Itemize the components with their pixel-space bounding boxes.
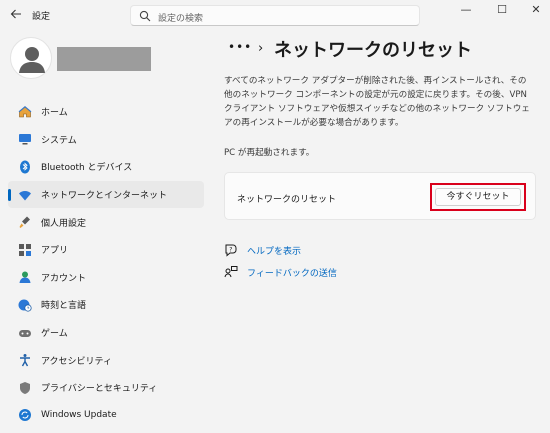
accessibility-icon <box>18 353 32 367</box>
avatar[interactable] <box>10 37 52 79</box>
svg-text:?: ? <box>229 247 232 254</box>
sidebar-item-bluetooth[interactable]: Bluetooth とデバイス <box>8 153 204 181</box>
account-icon <box>18 270 32 284</box>
back-arrow-icon[interactable] <box>8 8 24 24</box>
help-icon: ? <box>224 243 238 257</box>
sidebar-item-label: アプリ <box>41 246 69 257</box>
shield-icon <box>18 381 32 395</box>
network-reset-card: ネットワークのリセット 今すぐリセット <box>224 172 536 220</box>
sidebar-item-label: 時刻と言語 <box>41 301 87 312</box>
app-title: 設定 <box>32 12 51 22</box>
restart-note: PC が再起動されます。 <box>224 148 315 158</box>
wifi-icon <box>18 188 32 202</box>
feedback-icon <box>224 265 238 279</box>
breadcrumb-chevron-icon: › <box>258 41 264 56</box>
sidebar-item-personalization[interactable]: 個人用設定 <box>8 208 204 236</box>
sidebar-item-label: ゲーム <box>41 329 68 340</box>
sidebar-item-label: Windows Update <box>41 410 117 421</box>
sidebar-item-time-language[interactable]: 時刻と言語 <box>8 291 204 319</box>
sidebar-item-label: アカウント <box>41 273 87 284</box>
sidebar-item-system[interactable]: システム <box>8 126 204 154</box>
home-icon <box>18 105 32 119</box>
sidebar-item-label: ホーム <box>41 108 68 119</box>
sidebar-item-home[interactable]: ホーム <box>8 98 204 126</box>
sidebar-item-label: プライバシーとセキュリティ <box>41 384 158 395</box>
brush-icon <box>18 215 32 229</box>
sidebar-item-label: Bluetooth とデバイス <box>41 163 133 174</box>
sidebar-item-label: 個人用設定 <box>41 218 87 229</box>
sidebar-nav: ホーム システム Bluetooth とデバイス ネットワークとインターネット … <box>8 98 204 429</box>
sidebar-item-label: ネットワークとインターネット <box>41 191 168 202</box>
reset-description: すべてのネットワーク アダプターが削除された後、再インストールされ、その他のネッ… <box>224 76 530 128</box>
update-icon <box>18 408 32 422</box>
sidebar-item-label: アクセシビリティ <box>41 356 113 367</box>
reset-now-button[interactable]: 今すぐリセット <box>435 188 521 206</box>
monitor-icon <box>18 132 32 146</box>
search-input[interactable]: 設定の検索 <box>158 11 203 24</box>
search-icon <box>139 10 151 22</box>
help-link-row[interactable]: ? ヘルプを表示 <box>224 243 301 257</box>
title-bar: 設定 設定の検索 — ☐ ✕ <box>0 0 550 32</box>
highlight-box: 今すぐリセット <box>430 183 526 211</box>
sidebar-item-label: システム <box>41 135 77 146</box>
sidebar-item-apps[interactable]: アプリ <box>8 236 204 264</box>
sidebar-item-network[interactable]: ネットワークとインターネット <box>8 180 204 209</box>
close-button[interactable]: ✕ <box>518 2 550 18</box>
sidebar-item-accounts[interactable]: アカウント <box>8 264 204 292</box>
gamepad-icon <box>18 326 32 340</box>
breadcrumb-more-button[interactable]: ••• <box>228 40 252 54</box>
person-icon <box>19 47 45 73</box>
help-link[interactable]: ヘルプを表示 <box>247 244 301 257</box>
sidebar-item-accessibility[interactable]: アクセシビリティ <box>8 346 204 374</box>
user-name-redacted <box>57 47 151 71</box>
card-label: ネットワークのリセット <box>237 195 337 205</box>
sidebar-item-gaming[interactable]: ゲーム <box>8 319 204 347</box>
feedback-link[interactable]: フィードバックの送信 <box>247 266 337 279</box>
feedback-link-row[interactable]: フィードバックの送信 <box>224 265 337 279</box>
sidebar-item-windows-update[interactable]: Windows Update <box>8 402 204 430</box>
sidebar-item-privacy[interactable]: プライバシーとセキュリティ <box>8 374 204 402</box>
search-box[interactable]: 設定の検索 <box>130 5 420 26</box>
maximize-button[interactable]: ☐ <box>484 2 520 18</box>
minimize-button[interactable]: — <box>448 2 484 18</box>
bluetooth-icon <box>18 160 32 174</box>
apps-icon <box>18 243 32 257</box>
globe-clock-icon <box>18 298 32 312</box>
page-title: ネットワークのリセット <box>274 40 472 61</box>
